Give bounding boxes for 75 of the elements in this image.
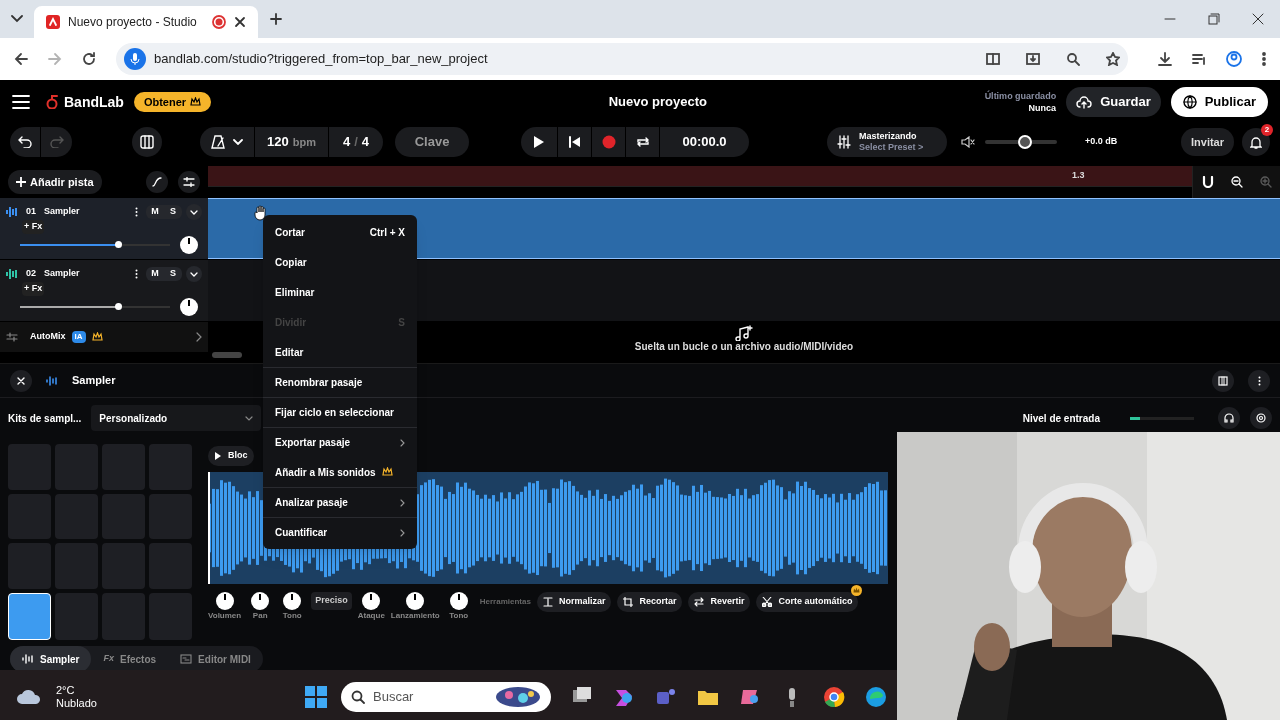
tool-button[interactable]: Revertir xyxy=(688,592,751,612)
save-button[interactable]: Guardar xyxy=(1066,87,1161,117)
shortcut: Ctrl + X xyxy=(369,225,405,240)
menu-item[interactable]: Analizar pasaje xyxy=(263,487,417,517)
time-display: 00:00.0 xyxy=(659,127,750,157)
play-sample-button[interactable]: Bloc xyxy=(208,446,254,466)
menu-item[interactable]: Exportar pasaje xyxy=(263,427,417,457)
fx-button[interactable]: + Fx xyxy=(22,282,45,296)
menu-item[interactable]: Fijar ciclo en seleccionar xyxy=(263,397,417,427)
weather-text: Nublado xyxy=(56,697,97,710)
solo-button[interactable]: S xyxy=(164,267,182,281)
knob-label: Volumen xyxy=(208,610,242,622)
timeline-ruler[interactable]: 1.3 xyxy=(208,166,1192,186)
upgrade-button[interactable]: Obtener xyxy=(133,92,212,112)
panel-tab[interactable]: Sampler xyxy=(10,646,92,672)
mute-button[interactable]: M xyxy=(146,205,164,219)
track-header[interactable]: 02 Sampler M S + Fx xyxy=(0,260,208,321)
menu-item[interactable]: Cortar Ctrl + X xyxy=(263,217,417,247)
brand-name: BandLab xyxy=(64,92,124,112)
project-title: Nuevo proyecto xyxy=(608,93,707,112)
knob-label: Ataque xyxy=(357,610,385,622)
kits-label: Kits de sampl... xyxy=(8,411,82,426)
add-track-button[interactable]: Añadir pista xyxy=(8,170,102,194)
last-saved-value: Nunca xyxy=(1028,102,1057,114)
track-name: Sampler xyxy=(44,267,81,281)
menu-item[interactable]: Copiar xyxy=(263,247,417,277)
ruler-marker: 1.3 xyxy=(1072,169,1085,183)
menu-item[interactable]: Añadir a Mis sonidos xyxy=(263,457,417,487)
time-signature-field[interactable]: 4 / 4 xyxy=(327,127,384,157)
fx-button[interactable]: + Fx xyxy=(22,220,45,234)
menu-item[interactable]: Eliminar xyxy=(263,277,417,307)
knob-label: Tono xyxy=(449,610,469,622)
knob-label: Pan xyxy=(252,610,268,622)
last-saved-label: Último guardado xyxy=(984,90,1057,102)
publish-button[interactable]: Publicar xyxy=(1170,87,1268,117)
track-number: 02 xyxy=(26,267,36,281)
automix-row[interactable]: AutoMix IA xyxy=(0,322,208,352)
panel-tab[interactable]: Editor MIDI xyxy=(168,646,263,672)
mastering-title: Masterizando xyxy=(859,131,918,142)
solo-button[interactable]: S xyxy=(164,205,182,219)
panel-title: Sampler xyxy=(72,373,116,389)
tempo-field[interactable]: 120 bpm xyxy=(254,127,328,157)
tool-button[interactable]: Corte automático xyxy=(756,592,859,612)
panel-tab[interactable]: Fx Efectos xyxy=(91,646,169,672)
drop-zone-text: Suelta un bucle o un archivo audio/MIDI/video xyxy=(634,340,854,352)
temperature: 2°C xyxy=(56,684,76,697)
fx-icon: Fx xyxy=(103,652,114,666)
mute-button[interactable]: M xyxy=(146,267,164,281)
notification-count: 2 xyxy=(1261,124,1273,136)
track-header[interactable]: 01 Sampler M S + Fx xyxy=(0,198,208,259)
key-button[interactable]: Clave xyxy=(395,127,470,157)
tab-title: Nuevo proyecto - Studio xyxy=(68,14,198,31)
address-bar[interactable]: bandlab.com/studio?triggered_from=top_bar_new_project xyxy=(116,43,1128,75)
precise-toggle[interactable]: Preciso xyxy=(311,592,352,610)
mastering-button[interactable]: Masterizando Select Preset > xyxy=(827,127,948,157)
knob-label: Lanzamiento xyxy=(390,610,440,622)
track-number: 01 xyxy=(26,205,36,219)
tool-button[interactable]: Normalizar xyxy=(536,592,612,612)
menu-item[interactable]: Cuantificar xyxy=(263,517,417,547)
kit-dropdown[interactable]: Personalizado xyxy=(91,405,262,431)
input-level-label: Nivel de entrada xyxy=(1022,411,1100,426)
menu-item[interactable]: Editar xyxy=(263,337,417,367)
tool-button[interactable]: Recortar xyxy=(617,592,683,612)
invite-button[interactable]: Invitar xyxy=(1181,128,1234,156)
menu-item[interactable]: Renombrar pasaje xyxy=(263,367,417,397)
knob-label: Tono xyxy=(282,610,302,622)
mastering-preset: Select Preset > xyxy=(859,142,924,153)
automix-label: AutoMix xyxy=(30,330,66,344)
browser-tab[interactable]: Nuevo proyecto - Studio xyxy=(34,6,258,38)
track-name: Sampler xyxy=(44,205,81,219)
tools-label: Herramientas xyxy=(479,596,531,608)
url-text: bandlab.com/studio?triggered_from=top_bar_new_project xyxy=(154,50,488,69)
volume-reading: +0.0 dB xyxy=(1085,135,1118,149)
taskbar-search[interactable]: Buscar xyxy=(341,682,551,712)
ai-badge: IA xyxy=(71,331,86,343)
